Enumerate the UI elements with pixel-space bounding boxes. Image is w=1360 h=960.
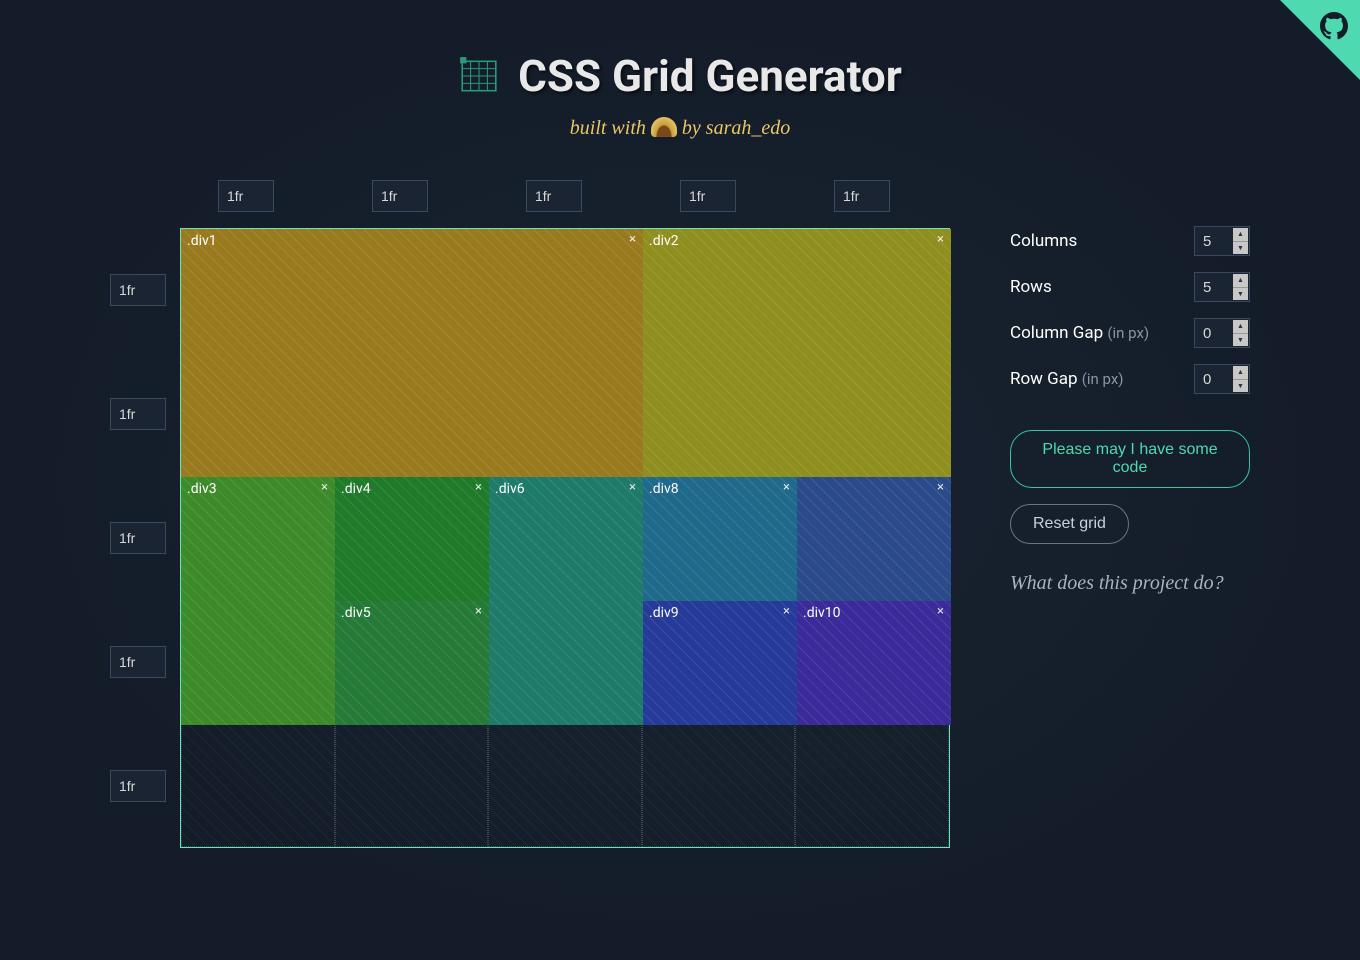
- grid-div[interactable]: .div4 ×: [335, 477, 489, 601]
- row-unit-input-3[interactable]: [110, 646, 166, 678]
- columns-spinner[interactable]: ▲▼: [1233, 228, 1248, 254]
- rowgap-spinner[interactable]: ▲▼: [1233, 366, 1248, 392]
- close-icon[interactable]: ×: [629, 480, 636, 495]
- grid-div-label: .div8: [649, 481, 679, 497]
- sidebar: Columns ▲▼ Rows ▲▼ Column Gap (in px) ▲▼…: [1010, 180, 1250, 595]
- grid-canvas[interactable]: .div1×.div2×.div3×.div4×.div5×.div6×.div…: [180, 228, 950, 848]
- colgap-spinner[interactable]: ▲▼: [1233, 320, 1248, 346]
- grid-div-label: .div6: [495, 481, 525, 497]
- grid-div-label: .div9: [649, 605, 679, 621]
- grid-cell[interactable]: [181, 723, 335, 847]
- colgap-label: Column Gap: [1010, 323, 1103, 343]
- github-corner[interactable]: [1280, 0, 1360, 80]
- close-icon[interactable]: ×: [475, 604, 482, 619]
- row-unit-input-0[interactable]: [110, 274, 166, 306]
- grid-div[interactable]: .div1 ×: [181, 229, 643, 477]
- byline: built with by sarah_edo: [0, 114, 1360, 140]
- close-icon[interactable]: ×: [937, 604, 944, 619]
- close-icon[interactable]: ×: [937, 232, 944, 247]
- rows-label: Rows: [1010, 277, 1052, 297]
- generate-code-button[interactable]: Please may I have some code: [1010, 430, 1250, 488]
- col-unit-input-2[interactable]: [526, 180, 582, 212]
- grid-logo-icon: [458, 55, 500, 97]
- col-unit-input-4[interactable]: [834, 180, 890, 212]
- author-link[interactable]: sarah_edo: [706, 117, 790, 139]
- grid-cell[interactable]: [335, 723, 489, 847]
- grid-div-label: .div4: [341, 481, 371, 497]
- rows-spinner[interactable]: ▲▼: [1233, 274, 1248, 300]
- close-icon[interactable]: ×: [783, 604, 790, 619]
- grid-div[interactable]: .div2 ×: [643, 229, 951, 477]
- grid-div[interactable]: .div3 ×: [181, 477, 335, 725]
- explain-link[interactable]: What does this project do?: [1010, 572, 1250, 595]
- close-icon[interactable]: ×: [937, 480, 944, 495]
- grid-div[interactable]: .div5 ×: [335, 601, 489, 725]
- grid-div[interactable]: .div9 ×: [643, 601, 797, 725]
- grid-div[interactable]: .div8 ×: [643, 477, 797, 601]
- taco-icon: [651, 117, 677, 137]
- col-unit-input-1[interactable]: [372, 180, 428, 212]
- grid-div[interactable]: .div10 ×: [797, 601, 951, 725]
- row-unit-input-1[interactable]: [110, 398, 166, 430]
- page-title: CSS Grid Generator: [518, 50, 902, 102]
- rowgap-label: Row Gap: [1010, 369, 1078, 389]
- close-icon[interactable]: ×: [321, 480, 328, 495]
- github-icon: [1320, 12, 1348, 40]
- grid-cell[interactable]: [795, 723, 949, 847]
- grid-div-label: .div1: [187, 233, 217, 249]
- grid-div-label: .div2: [649, 233, 679, 249]
- grid-cell[interactable]: [488, 723, 642, 847]
- close-icon[interactable]: ×: [783, 480, 790, 495]
- close-icon[interactable]: ×: [629, 232, 636, 247]
- row-unit-input-4[interactable]: [110, 770, 166, 802]
- grid-div[interactable]: ×: [797, 477, 951, 601]
- close-icon[interactable]: ×: [475, 480, 482, 495]
- grid-cell[interactable]: [642, 723, 796, 847]
- grid-div-label: .div3: [187, 481, 217, 497]
- row-unit-input-2[interactable]: [110, 522, 166, 554]
- col-unit-input-3[interactable]: [680, 180, 736, 212]
- grid-div-label: .div5: [341, 605, 371, 621]
- columns-label: Columns: [1010, 231, 1077, 251]
- grid-div-label: .div10: [803, 605, 841, 621]
- reset-grid-button[interactable]: Reset grid: [1010, 504, 1129, 544]
- col-unit-input-0[interactable]: [218, 180, 274, 212]
- grid-div[interactable]: .div6 ×: [489, 477, 643, 725]
